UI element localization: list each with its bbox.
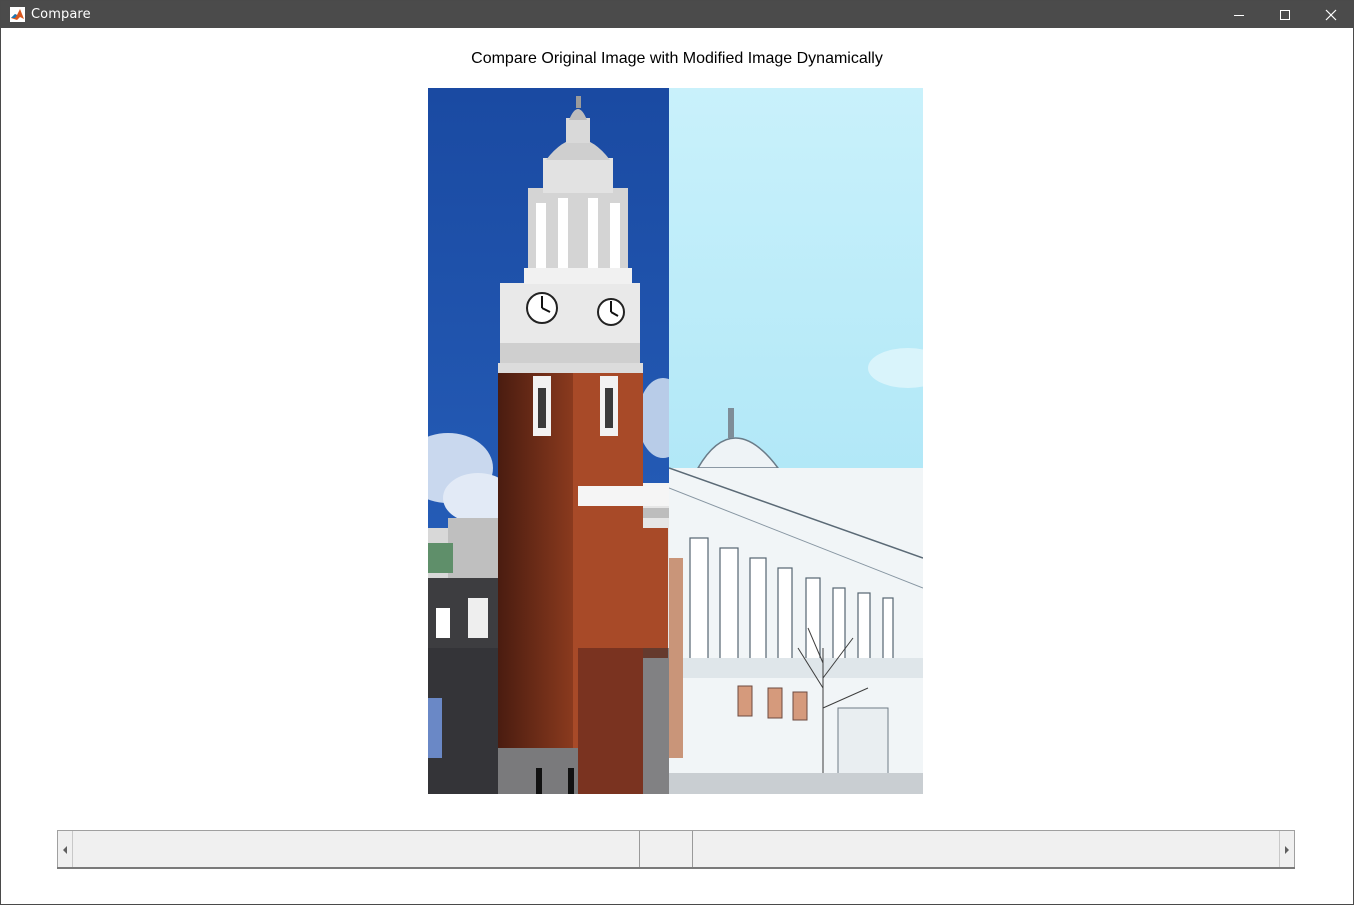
matlab-icon bbox=[10, 7, 25, 22]
compare-window: Compare Compare Original Image with Modi… bbox=[0, 0, 1354, 905]
comparison-image bbox=[428, 88, 923, 794]
arrow-right-icon bbox=[1285, 845, 1289, 854]
minimize-button[interactable] bbox=[1216, 1, 1262, 28]
title-bar[interactable]: Compare bbox=[1, 1, 1353, 28]
arrow-left-icon bbox=[63, 845, 67, 854]
figure-title: Compare Original Image with Modified Ima… bbox=[471, 50, 883, 67]
slider-shadow bbox=[57, 867, 1295, 869]
slider-thumb[interactable] bbox=[639, 831, 693, 868]
minimize-icon bbox=[1234, 14, 1244, 16]
comparison-slider[interactable] bbox=[57, 830, 1295, 869]
town-hall-clock-tower-photo bbox=[428, 88, 923, 794]
slider-track[interactable] bbox=[73, 831, 1279, 868]
close-icon bbox=[1325, 9, 1337, 20]
close-button[interactable] bbox=[1308, 1, 1354, 28]
slider-left-button[interactable] bbox=[58, 831, 73, 868]
maximize-icon bbox=[1280, 9, 1290, 20]
slider-right-button[interactable] bbox=[1279, 831, 1294, 868]
window-title: Compare bbox=[31, 7, 91, 22]
maximize-button[interactable] bbox=[1262, 1, 1308, 28]
